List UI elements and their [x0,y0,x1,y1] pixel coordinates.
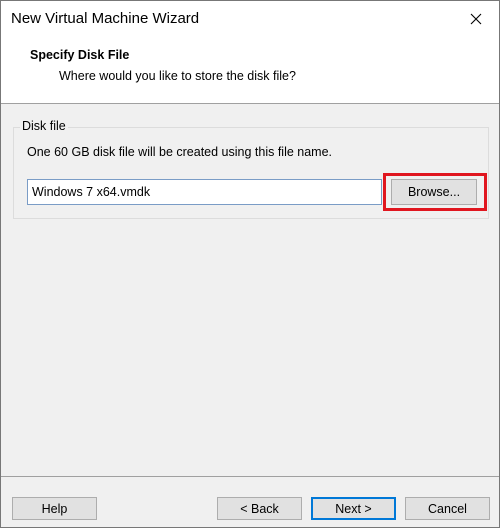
page-title: Specify Disk File [30,48,130,62]
cancel-button[interactable]: Cancel [405,497,490,520]
next-button[interactable]: Next > [311,497,396,520]
disk-file-legend: Disk file [20,119,68,133]
window-title: New Virtual Machine Wizard [11,10,200,27]
wizard-header: Specify Disk File Where would you like t… [1,39,499,104]
back-button[interactable]: < Back [217,497,302,520]
disk-file-name-input[interactable] [27,179,382,205]
browse-button[interactable]: Browse... [391,179,477,205]
disk-file-group [13,127,489,219]
page-subtitle: Where would you like to store the disk f… [59,69,296,83]
close-button[interactable] [453,1,499,39]
wizard-window: New Virtual Machine Wizard Specify Disk … [0,0,500,528]
disk-file-description: One 60 GB disk file will be created usin… [27,145,333,159]
footer-divider [1,476,499,477]
close-icon [470,13,482,28]
help-button[interactable]: Help [12,497,97,520]
title-bar: New Virtual Machine Wizard [1,1,499,39]
